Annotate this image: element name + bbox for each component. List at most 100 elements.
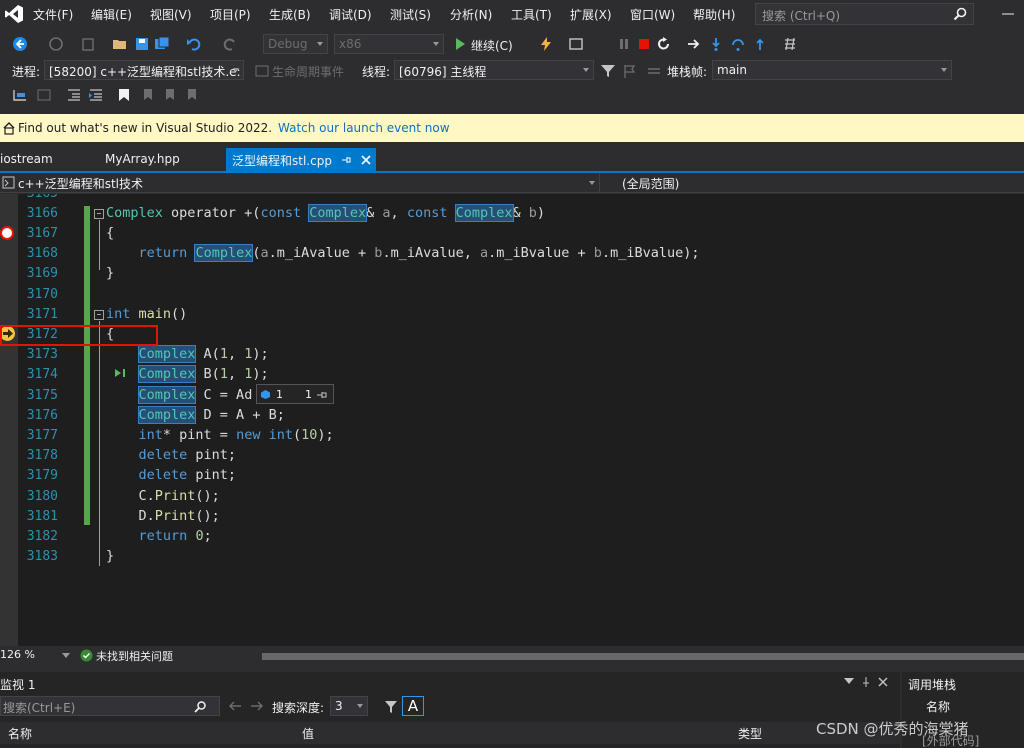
collapse-toggle[interactable] — [94, 310, 104, 320]
search-forward-arrow-icon[interactable] — [250, 700, 264, 712]
solution-configuration-select[interactable]: Debug — [263, 34, 328, 54]
menu-project[interactable]: 项目(P) — [210, 6, 251, 23]
hex-display-icon[interactable] — [782, 36, 798, 52]
line-number: 3177 — [26, 428, 58, 443]
menu-edit[interactable]: 编辑(E) — [91, 6, 132, 23]
bookmark-icon[interactable] — [116, 87, 132, 103]
watermark-text: CSDN @优秀的海棠猪 — [816, 720, 969, 738]
visual-studio-logo-icon — [5, 5, 23, 23]
save-all-icon[interactable] — [154, 36, 170, 52]
column-header-value[interactable]: 值 — [302, 725, 314, 742]
quick-info-icon[interactable] — [12, 87, 28, 103]
stack-frame-label: 堆栈帧: — [667, 65, 708, 79]
search-back-arrow-icon[interactable] — [228, 700, 242, 712]
filter-icon[interactable] — [384, 700, 398, 714]
menu-debug[interactable]: 调试(D) — [329, 6, 372, 23]
filter-icon[interactable] — [600, 63, 616, 79]
horizontal-scrollbar[interactable] — [262, 653, 1024, 660]
close-panel-icon[interactable] — [878, 677, 888, 687]
breakpoint-marker-icon[interactable] — [0, 226, 14, 240]
standard-toolbar: Debug x86 继续(C) — [0, 30, 1024, 58]
restart-icon[interactable] — [656, 36, 672, 52]
search-icon[interactable] — [952, 6, 968, 22]
launch-event-link[interactable]: Watch our launch event now — [278, 121, 450, 135]
call-stack-column-name[interactable]: 名称 — [926, 698, 950, 715]
step-over-icon[interactable] — [730, 36, 746, 52]
expand-callstack-icon[interactable] — [646, 63, 662, 79]
continue-button[interactable]: 继续(C) — [471, 37, 513, 54]
step-out-icon[interactable] — [752, 36, 768, 52]
line-number: 3169 — [26, 266, 58, 281]
menu-analyze[interactable]: 分析(N) — [450, 6, 492, 23]
open-folder-icon[interactable] — [112, 36, 128, 52]
project-scope-select[interactable]: c++泛型编程和stl技术 — [0, 173, 600, 192]
watch-search-input[interactable]: 搜索(Ctrl+E) — [0, 696, 220, 716]
run-to-click-icon[interactable] — [114, 368, 130, 378]
flag-icon[interactable] — [622, 63, 638, 79]
forward-icon[interactable] — [48, 36, 64, 52]
chevron-down-icon[interactable] — [62, 653, 70, 659]
code-editor[interactable]: 3165 3166 3167 3168 3169 3170 3171 3172 … — [0, 194, 1024, 646]
menu-help[interactable]: 帮助(H) — [693, 6, 735, 23]
menu-view[interactable]: 视图(V) — [150, 6, 192, 23]
clear-bookmarks-icon[interactable] — [184, 87, 200, 103]
pin-icon[interactable] — [340, 154, 352, 166]
tab-myarray[interactable]: MyArray.hpp — [105, 148, 180, 172]
pin-datatip-icon[interactable] — [316, 390, 328, 400]
menu-extensions[interactable]: 扩展(X) — [570, 6, 612, 23]
auto-hide-pin-icon[interactable] — [860, 676, 872, 688]
minimize-icon[interactable] — [994, 2, 1024, 24]
process-select[interactable]: [58200] c++泛型编程和stl技术.e: — [44, 60, 244, 80]
solution-platform-value: x86 — [339, 37, 362, 51]
match-case-toggle[interactable]: A — [402, 696, 424, 716]
prev-bookmark-icon[interactable] — [140, 87, 156, 103]
panel-options-icon[interactable] — [844, 678, 854, 686]
menu-test[interactable]: 测试(S) — [390, 6, 431, 23]
field-icon — [261, 390, 270, 399]
data-tip-popup[interactable]: 1 1 — [256, 384, 334, 404]
menu-tools[interactable]: 工具(T) — [511, 6, 552, 23]
break-all-icon[interactable] — [616, 36, 632, 52]
zoom-level-select[interactable]: 126 % — [0, 648, 35, 661]
menu-file[interactable]: 文件(F) — [33, 6, 73, 23]
column-header-name[interactable]: 名称 — [8, 725, 32, 742]
watch-panel-title[interactable]: 监视 1 — [0, 676, 35, 693]
debug-location-toolbar: 进程: [58200] c++泛型编程和stl技术.e: 生命周期事件 线程: … — [0, 58, 1024, 84]
call-stack-title[interactable]: 调用堆栈 — [908, 676, 956, 693]
menu-window[interactable]: 窗口(W) — [630, 6, 675, 23]
close-tab-icon[interactable] — [360, 154, 372, 166]
quick-search-input[interactable]: 搜索 (Ctrl+Q) — [755, 3, 974, 25]
browser-link-icon[interactable] — [568, 36, 584, 52]
collapse-toggle[interactable] — [94, 209, 104, 219]
stack-frame-select[interactable]: main — [712, 60, 952, 80]
undo-icon[interactable] — [186, 36, 202, 52]
back-icon[interactable] — [12, 36, 28, 52]
redo-icon[interactable] — [222, 36, 238, 52]
show-next-statement-icon[interactable] — [686, 36, 702, 52]
search-icon[interactable] — [193, 700, 207, 714]
search-depth-select[interactable]: 3 — [330, 696, 368, 716]
tab-iostream[interactable]: iostream — [0, 148, 53, 172]
step-into-icon[interactable] — [708, 36, 724, 52]
stop-debugging-icon[interactable] — [636, 36, 652, 52]
solution-platform-select[interactable]: x86 — [334, 34, 444, 54]
indent-icon[interactable] — [88, 87, 104, 103]
lifecycle-events-button[interactable]: 生命周期事件 — [272, 63, 344, 80]
save-icon[interactable] — [134, 36, 150, 52]
thread-select[interactable]: [60796] 主线程 — [394, 60, 594, 80]
code-line: { — [106, 225, 115, 241]
column-header-type[interactable]: 类型 — [738, 725, 762, 742]
lifecycle-events-icon[interactable] — [254, 63, 270, 79]
next-bookmark-icon[interactable] — [162, 87, 178, 103]
breakpoint-margin[interactable] — [0, 194, 18, 646]
continue-play-icon[interactable] — [452, 36, 468, 52]
new-project-icon[interactable] — [80, 36, 96, 52]
issues-indicator[interactable]: 未找到相关问题 — [96, 648, 173, 664]
hot-reload-icon[interactable] — [538, 36, 554, 52]
menu-build[interactable]: 生成(B) — [269, 6, 311, 23]
tab-active-cpp[interactable]: 泛型编程和stl.cpp — [226, 148, 376, 172]
fold-guide — [99, 220, 100, 270]
project-scope-value: c++泛型编程和stl技术 — [18, 177, 143, 191]
parameter-info-icon[interactable] — [36, 87, 52, 103]
outdent-icon[interactable] — [66, 87, 82, 103]
